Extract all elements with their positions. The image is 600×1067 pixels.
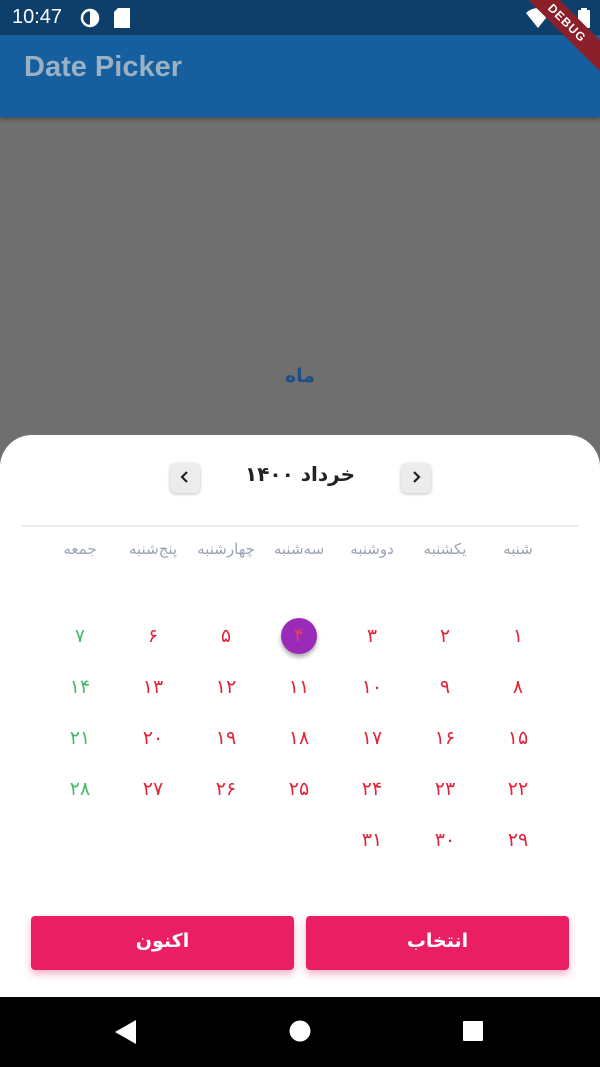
calendar-day-holiday[interactable]: ۲۸ [55,769,105,809]
calendar-day-holiday[interactable]: ۲۱ [55,718,105,758]
calendar-day[interactable]: ۲۴ [347,769,397,809]
date-picker-sheet [0,435,600,997]
weekday-label: یکشنبه [423,540,467,558]
calendar-day[interactable]: ۲۹ [493,820,543,860]
sd-card-icon [114,8,130,32]
weekday-label: چهارشنبه [197,540,255,558]
calendar-day[interactable]: ۶ [128,616,178,656]
calendar-day[interactable]: ۲۲ [493,769,543,809]
calendar-day[interactable]: ۱۶ [420,718,470,758]
recents-icon[interactable] [463,1021,483,1045]
home-icon[interactable] [289,1020,311,1046]
calendar-day[interactable]: ۱۳ [128,667,178,707]
calendar-day-holiday[interactable]: ۷ [55,616,105,656]
calendar-day[interactable]: ۸ [493,667,543,707]
calendar-day[interactable]: ۲۷ [128,769,178,809]
calendar-day[interactable]: ۳۰ [420,820,470,860]
calendar-day[interactable]: ۳ [347,616,397,656]
weekday-label: جمعه [63,540,97,558]
data-saver-icon [80,8,100,32]
calendar-day[interactable]: ۲۵ [274,769,324,809]
calendar-day[interactable]: ۱۵ [493,718,543,758]
chevron-left-icon [178,468,192,489]
calendar-day[interactable]: ۱۰ [347,667,397,707]
chevron-right-icon [409,468,423,489]
calendar-day[interactable]: ۲۰ [128,718,178,758]
calendar-day[interactable]: ۱۲ [201,667,251,707]
select-button[interactable]: انتخاب [306,916,569,970]
calendar-day[interactable]: ۱۹ [201,718,251,758]
debug-banner: DEBUG [513,0,600,77]
now-button[interactable]: اکنون [31,916,294,970]
system-nav-bar [0,997,600,1067]
app-title: Date Picker [24,51,182,83]
calendar-day[interactable]: ۱۸ [274,718,324,758]
weekday-label: دوشنبه [350,540,394,558]
calendar-day[interactable]: ۳۱ [347,820,397,860]
calendar-day-holiday[interactable]: ۱۴ [55,667,105,707]
next-month-button[interactable] [401,463,431,493]
calendar-day[interactable]: ۲ [420,616,470,656]
calendar-day[interactable]: ۲۳ [420,769,470,809]
calendar-day[interactable]: ۱۱ [274,667,324,707]
weekday-label: شنبه [503,540,533,558]
debug-banner-wrapper: DEBUG [500,0,600,100]
calendar-day[interactable]: ۱ [493,616,543,656]
month-year-title: خرداد ۱۴۰۰ [244,462,356,486]
month-button: ماه [284,365,316,387]
calendar-day[interactable]: ۵ [201,616,251,656]
prev-month-button[interactable] [170,463,200,493]
back-icon[interactable] [114,1019,138,1049]
calendar-day[interactable]: ۹ [420,667,470,707]
status-time: 10:47 [12,6,63,28]
selected-day[interactable]: ۴ [281,618,317,654]
weekday-label: پنج‌شنبه [128,540,178,558]
calendar-day[interactable]: ۱۷ [347,718,397,758]
weekday-label: سه‌شنبه [273,540,325,558]
calendar-day[interactable]: ۲۶ [201,769,251,809]
header-divider [22,525,578,527]
